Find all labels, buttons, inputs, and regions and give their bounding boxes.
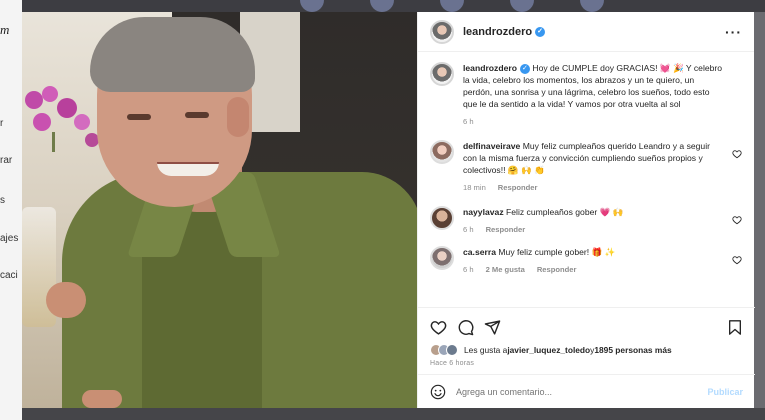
photo-eye-right bbox=[185, 112, 209, 118]
background-nav-fragment: ajes bbox=[0, 233, 19, 244]
post-side-panel: leandrozdero ✓ ··· leandrozdero ✓ Hoy de C… bbox=[417, 12, 755, 408]
comment-text: nayylavaz Feliz cumpleaños gober 💗 🙌 bbox=[463, 206, 725, 218]
comment-input[interactable] bbox=[456, 386, 676, 397]
comment-text: ca.serra Muy feliz cumple gober! 🎁 ✨ bbox=[463, 246, 725, 258]
commenter-avatar[interactable] bbox=[430, 140, 454, 164]
comment-bubble-icon[interactable] bbox=[457, 319, 474, 336]
liker-avatar bbox=[446, 344, 458, 356]
comment-body: Feliz cumpleaños gober 💗 🙌 bbox=[506, 207, 624, 217]
commenter-avatar[interactable] bbox=[430, 206, 454, 230]
photo-smile bbox=[157, 162, 219, 176]
background-logo-fragment: m bbox=[0, 22, 10, 37]
like-comment-heart-icon[interactable] bbox=[732, 255, 742, 265]
background-story-avatar bbox=[440, 0, 464, 12]
caption-time[interactable]: 6 h bbox=[463, 117, 474, 126]
verified-badge-icon: ✓ bbox=[519, 63, 530, 74]
comment-item: ca.serra Muy feliz cumple gober! 🎁 ✨ 6 h… bbox=[430, 246, 742, 274]
background-story-avatar bbox=[510, 0, 534, 12]
reply-button[interactable]: Responder bbox=[537, 265, 577, 274]
background-story-strip bbox=[22, 0, 765, 12]
likes-prefix: Les gusta a bbox=[464, 345, 508, 355]
background-story-avatar bbox=[370, 0, 394, 12]
comment-username[interactable]: delfinaveirave bbox=[463, 141, 520, 151]
like-comment-heart-icon[interactable] bbox=[732, 149, 742, 159]
photo-ear bbox=[227, 97, 249, 137]
comment-time[interactable]: 18 min bbox=[463, 183, 486, 192]
likes-summary: Les gusta a javier_luquez_toledo y 1895 … bbox=[430, 344, 743, 356]
background-nav-fragment: s bbox=[0, 195, 5, 206]
comment-time[interactable]: 6 h bbox=[463, 225, 474, 234]
add-comment-bar: Publicar bbox=[418, 374, 755, 408]
post-photo[interactable] bbox=[22, 12, 417, 408]
liker-username[interactable]: javier_luquez_toledo bbox=[507, 345, 590, 355]
publish-button[interactable]: Publicar bbox=[707, 387, 743, 397]
commenter-avatar[interactable] bbox=[430, 246, 454, 270]
post-timestamp[interactable]: Hace 6 horas bbox=[430, 360, 743, 367]
caption-text: leandrozdero ✓ Hoy de CUMPLE doy GRACIAS!… bbox=[463, 62, 725, 110]
caption-meta: 6 h bbox=[463, 117, 725, 126]
comment-time[interactable]: 6 h bbox=[463, 265, 474, 274]
share-send-icon[interactable] bbox=[484, 319, 501, 336]
verified-badge-icon: ✓ bbox=[535, 26, 546, 37]
comment-username[interactable]: nayylavaz bbox=[463, 207, 504, 217]
background-nav-fragment: r bbox=[0, 118, 4, 129]
photo-hand-bottom bbox=[82, 390, 122, 408]
author-avatar[interactable] bbox=[430, 62, 454, 86]
likes-count[interactable]: 1895 personas más bbox=[594, 345, 671, 355]
background-nav-fragment: caci bbox=[0, 270, 18, 281]
photo-flowers bbox=[25, 86, 99, 152]
background-story-avatar bbox=[300, 0, 324, 12]
comment-item: nayylavaz Feliz cumpleaños gober 💗 🙌 6 h… bbox=[430, 206, 742, 234]
more-options-icon[interactable]: ··· bbox=[725, 24, 742, 40]
like-heart-icon[interactable] bbox=[430, 319, 447, 336]
photo-eye-left bbox=[127, 114, 151, 120]
post-actions: Les gusta a javier_luquez_toledo y 1895 … bbox=[418, 307, 755, 373]
like-comment-heart-icon[interactable] bbox=[732, 215, 742, 225]
action-icons bbox=[430, 316, 743, 338]
comment-text: delfinaveirave Muy feliz cumpleaños quer… bbox=[463, 140, 725, 176]
save-bookmark-icon[interactable] bbox=[727, 319, 743, 336]
photo-hand bbox=[46, 282, 86, 318]
liker-avatars bbox=[430, 344, 458, 356]
comment-body: Muy feliz cumple gober! 🎁 ✨ bbox=[498, 247, 616, 257]
author-avatar[interactable] bbox=[430, 19, 454, 44]
comment-likes-count[interactable]: 2 Me gusta bbox=[486, 265, 525, 274]
reply-button[interactable]: Responder bbox=[498, 183, 538, 192]
post-header: leandrozdero ✓ ··· bbox=[418, 12, 754, 52]
post-modal: leandrozdero ✓ ··· leandrozdero ✓ Hoy de C… bbox=[22, 12, 755, 408]
comment-item: delfinaveirave Muy feliz cumpleaños quer… bbox=[430, 140, 742, 192]
emoji-icon[interactable] bbox=[430, 384, 446, 400]
reply-button[interactable]: Responder bbox=[486, 225, 526, 234]
background-left-nav: m r rar s ajes caci bbox=[0, 0, 22, 420]
caption-username[interactable]: leandrozdero bbox=[463, 63, 517, 73]
caption: leandrozdero ✓ Hoy de CUMPLE doy GRACIAS!… bbox=[430, 62, 742, 126]
comment-username[interactable]: ca.serra bbox=[463, 247, 496, 257]
background-bottom-strip bbox=[22, 408, 765, 420]
background-story-avatar bbox=[580, 0, 604, 12]
comment-meta: 6 h 2 Me gusta Responder bbox=[463, 265, 725, 274]
comment-meta: 6 h Responder bbox=[463, 225, 725, 234]
author-username[interactable]: leandrozdero ✓ bbox=[463, 26, 546, 38]
comment-meta: 18 min Responder bbox=[463, 183, 725, 192]
photo-hair bbox=[90, 17, 255, 92]
comments-list[interactable]: leandrozdero ✓ Hoy de CUMPLE doy GRACIAS!… bbox=[418, 52, 754, 295]
background-nav-fragment: rar bbox=[0, 155, 13, 166]
